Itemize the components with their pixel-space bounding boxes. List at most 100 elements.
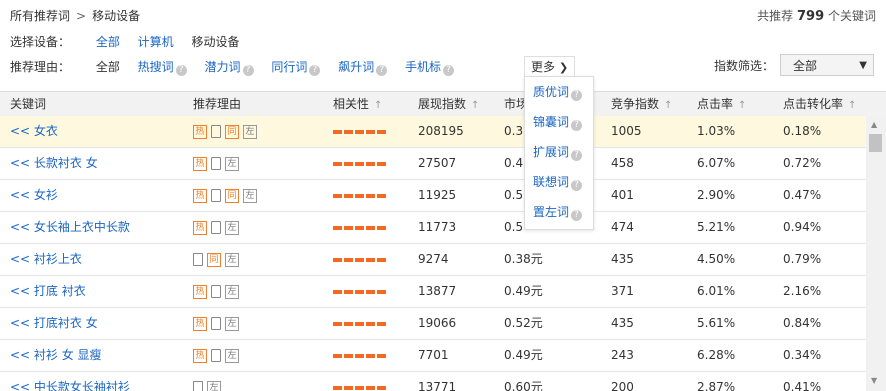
- keyword-link[interactable]: << 长款衬衣 女: [10, 148, 98, 179]
- column-ctr[interactable]: 点击率 ↑: [697, 92, 746, 116]
- table-row[interactable]: << 女衫 热 同左 11925 0.5 401 2.90% 0.47%: [0, 180, 866, 212]
- market-value: 0.5: [504, 188, 524, 202]
- market-value: 0.60元: [504, 380, 543, 391]
- cvr-value: 0.41%: [783, 380, 822, 391]
- left-tag: 左: [243, 124, 257, 139]
- more-label: 更多: [531, 60, 556, 74]
- help-icon[interactable]: ?: [571, 150, 583, 161]
- keyword-link[interactable]: << 衬衫 女 显瘦: [10, 340, 102, 371]
- column-relevance[interactable]: 相关性 ↑: [333, 92, 382, 116]
- index-filter-select[interactable]: 全部 ▼: [780, 54, 874, 76]
- scroll-down-icon[interactable]: ▼: [871, 376, 877, 385]
- more-button[interactable]: 更多 ❯: [524, 56, 576, 77]
- help-icon[interactable]: ?: [242, 65, 254, 76]
- help-icon[interactable]: ?: [443, 65, 455, 76]
- scroll-up-icon[interactable]: ▲: [871, 120, 877, 129]
- help-icon[interactable]: ?: [309, 65, 321, 76]
- keyword-link[interactable]: << 女衫: [10, 180, 58, 211]
- chevron-down-icon: ❯: [559, 61, 569, 74]
- more-menu-item-label: 扩展词: [533, 145, 570, 159]
- ctr-value: 1.03%: [697, 124, 736, 138]
- keyword-link[interactable]: << 女衣: [10, 116, 58, 147]
- reason-option-all[interactable]: 全部: [96, 60, 120, 74]
- scrollbar-thumb[interactable]: [869, 134, 882, 152]
- more-menu-item[interactable]: 锦囊词?: [525, 107, 593, 137]
- competition-value: 474: [611, 220, 634, 234]
- sort-up-icon: ↑: [848, 100, 857, 111]
- table-row[interactable]: << 打底 衬衣热左 13877 0.49元 371 6.01% 2.16%: [0, 276, 866, 308]
- market-value: 0.5: [504, 220, 524, 234]
- keyword-link[interactable]: << 打底衬衣 女: [10, 308, 98, 339]
- competition-value: 1005: [611, 124, 642, 138]
- relevance-bar-cell: [333, 340, 387, 371]
- device-option-mobile[interactable]: 移动设备: [192, 35, 240, 49]
- help-icon[interactable]: ?: [376, 65, 388, 76]
- cvr-value: 0.72%: [783, 156, 822, 170]
- reason-option-potential-label: 潜力词: [204, 60, 241, 74]
- reason-tags: 热 同左: [193, 116, 261, 147]
- competition-value: 200: [611, 380, 634, 391]
- table-row[interactable]: << 中长款女长袖衬衫 左 13771 0.60元 200 2.87% 0.41%: [0, 372, 866, 391]
- mobile-icon: [211, 125, 221, 138]
- more-dropdown-menu: 质优词? 锦囊词? 扩展词? 联想词? 置左词?: [524, 76, 594, 230]
- cvr-value: 0.84%: [783, 316, 822, 330]
- views-value: 13771: [418, 380, 457, 391]
- reason-option-rising[interactable]: 飙升词?: [338, 60, 388, 76]
- table-row[interactable]: << 打底衬衣 女热左 19066 0.52元 435 5.61% 0.84%: [0, 308, 866, 340]
- table-row[interactable]: << 衬衫 女 显瘦热左 7701 0.49元 243 6.28% 0.34%: [0, 340, 866, 372]
- left-tag: 左: [243, 188, 257, 203]
- help-icon[interactable]: ?: [571, 180, 583, 191]
- competition-value: 435: [611, 316, 634, 330]
- reason-tags: 热左: [193, 276, 243, 307]
- relevance-bar-cell: [333, 372, 387, 391]
- more-menu-item[interactable]: 扩展词?: [525, 137, 593, 167]
- column-views[interactable]: 展现指数 ↑: [418, 92, 479, 116]
- reason-tags: 热 同左: [193, 180, 261, 211]
- competition-value: 435: [611, 252, 634, 266]
- keyword-link[interactable]: << 中长款女长袖衬衫: [10, 372, 130, 391]
- mobile-icon: [211, 157, 221, 170]
- help-icon[interactable]: ?: [571, 120, 583, 131]
- more-menu-item[interactable]: 置左词?: [525, 197, 593, 227]
- column-competition[interactable]: 竞争指数 ↑: [611, 92, 672, 116]
- keyword-link[interactable]: << 女长袖上衣中长款: [10, 212, 130, 243]
- help-icon[interactable]: ?: [175, 65, 187, 76]
- relevance-bar: [333, 225, 387, 230]
- ctr-value: 6.28%: [697, 348, 736, 362]
- keyword-link[interactable]: << 衬衫上衣: [10, 244, 82, 275]
- more-menu-item[interactable]: 质优词?: [525, 77, 593, 107]
- views-value: 11925: [418, 188, 457, 202]
- reason-option-peer[interactable]: 同行词?: [271, 60, 321, 76]
- views-value: 11773: [418, 220, 457, 234]
- relevance-bar: [333, 129, 387, 134]
- views-value: 27507: [418, 156, 457, 170]
- more-menu-item-label: 锦囊词: [533, 115, 570, 129]
- reason-option-hot[interactable]: 热搜词?: [138, 60, 187, 76]
- reason-option-mobile[interactable]: 手机标?: [405, 60, 455, 76]
- breadcrumb: 所有推荐词 > 移动设备: [10, 7, 140, 24]
- relevance-bar-cell: [333, 116, 387, 147]
- scrollbar[interactable]: ▲ ▼: [866, 116, 886, 391]
- ctr-value: 6.07%: [697, 156, 736, 170]
- more-menu-item[interactable]: 联想词?: [525, 167, 593, 197]
- breadcrumb-root[interactable]: 所有推荐词: [10, 9, 70, 23]
- table-row[interactable]: << 女衣 热 同左 208195 0.3 1005 1.03% 0.18%: [0, 116, 866, 148]
- reason-filter-label: 推荐理由：: [10, 60, 71, 74]
- reason-option-potential[interactable]: 潜力词?: [204, 60, 254, 76]
- help-icon[interactable]: ?: [571, 90, 583, 101]
- views-value: 19066: [418, 316, 457, 330]
- table-row[interactable]: << 长款衬衣 女热左 27507 0.4 458 6.07% 0.72%: [0, 148, 866, 180]
- table-row[interactable]: << 女长袖上衣中长款热左 11773 0.5 474 5.21% 0.94%: [0, 212, 866, 244]
- help-icon[interactable]: ?: [571, 210, 583, 221]
- keyword-link[interactable]: << 打底 衬衣: [10, 276, 86, 307]
- device-option-all[interactable]: 全部: [96, 35, 120, 49]
- relevance-bar: [333, 193, 387, 198]
- relevance-bar-cell: [333, 244, 387, 275]
- table-row[interactable]: << 衬衫上衣 同左 9274 0.38元 435 4.50% 0.79%: [0, 244, 866, 276]
- device-option-computer[interactable]: 计算机: [138, 35, 174, 49]
- column-views-label: 展现指数: [418, 97, 467, 111]
- ctr-value: 2.90%: [697, 188, 736, 202]
- column-cvr[interactable]: 点击转化率 ↑: [783, 92, 856, 116]
- breadcrumb-current: 移动设备: [92, 9, 141, 23]
- competition-value: 243: [611, 348, 634, 362]
